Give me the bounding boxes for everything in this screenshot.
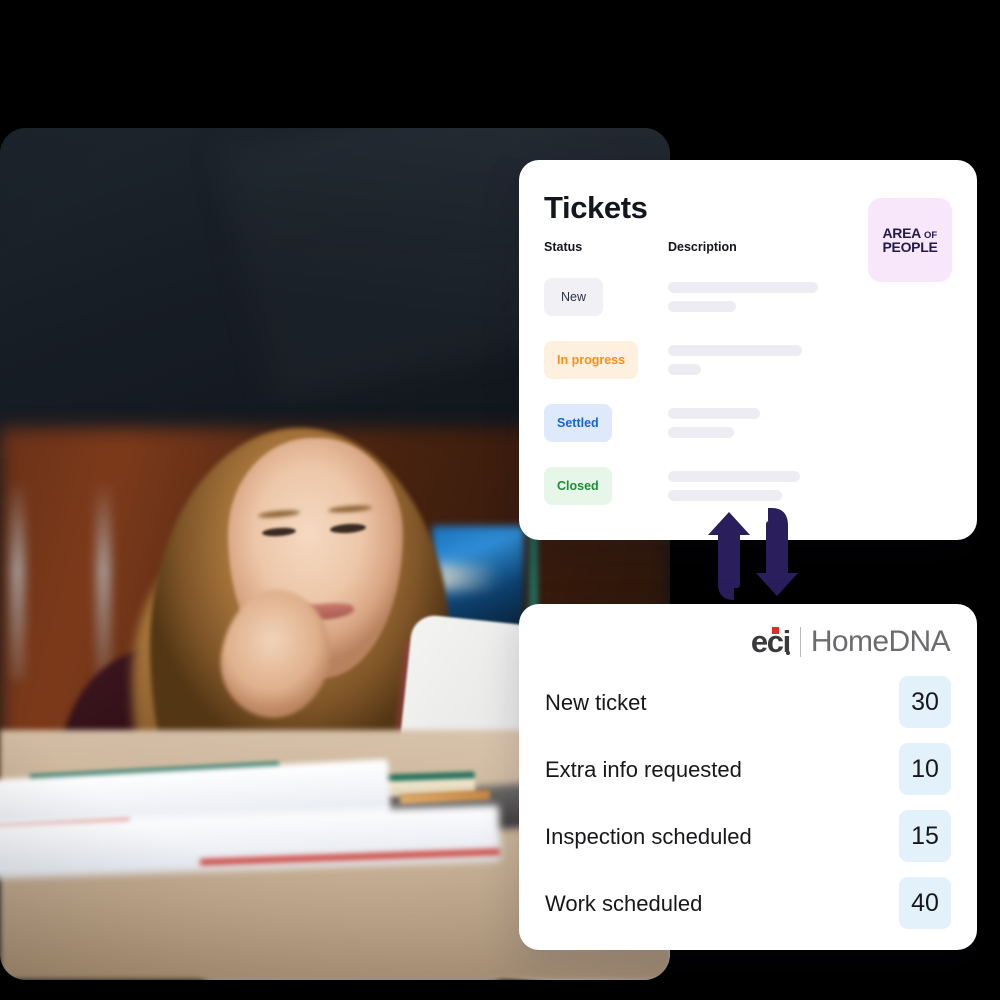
summary-label: Work scheduled (545, 891, 703, 916)
homedna-wordmark: HomeDNA (810, 624, 951, 658)
list-item[interactable]: Inspection scheduled 15 (545, 810, 951, 877)
logo-divider (799, 626, 801, 657)
description-skeleton-line (668, 427, 734, 438)
table-row[interactable]: In progress (544, 335, 952, 398)
summary-label: Extra info requested (545, 757, 742, 782)
description-skeleton-line (668, 301, 736, 312)
logo-line-1: AREA OF (883, 226, 938, 241)
column-header-status: Status (544, 240, 583, 254)
tickets-column-headers: Status Description (544, 240, 952, 262)
eci-mark-text: eci (750, 624, 791, 659)
summary-card: eci HomeDNA New ticket 30 Extra info req… (519, 604, 977, 950)
scene-root: Tickets AREA OF PEOPLE Status Descriptio… (0, 0, 1000, 1000)
table-row[interactable]: New (544, 272, 952, 335)
table-row[interactable]: Settled (544, 398, 952, 461)
tickets-header: Tickets AREA OF PEOPLE (544, 182, 952, 282)
description-skeleton-line (668, 364, 701, 375)
list-item[interactable]: Extra info requested 10 (545, 743, 951, 810)
tickets-card: Tickets AREA OF PEOPLE Status Descriptio… (519, 160, 977, 540)
description-skeleton-line (668, 345, 802, 356)
status-badge[interactable]: New (544, 278, 604, 316)
description-skeleton-line (668, 490, 782, 501)
summary-count-badge: 10 (899, 743, 951, 795)
eci-red-dot-icon (771, 627, 779, 634)
list-item[interactable]: Work scheduled 40 (545, 877, 951, 944)
column-header-description: Description (668, 240, 737, 254)
logo-area-text: AREA (882, 224, 922, 241)
eci-wordmark: eci (750, 624, 791, 659)
summary-count-badge: 40 (899, 877, 951, 929)
eci-period-icon (785, 651, 790, 655)
description-skeleton-line (668, 408, 760, 419)
status-badge[interactable]: In progress (544, 341, 639, 379)
tickets-rows: New In progress Settled Closed (544, 272, 952, 524)
description-skeleton-line (668, 471, 800, 482)
summary-count-badge: 30 (899, 676, 951, 728)
summary-count-badge: 15 (899, 810, 951, 862)
summary-label: New ticket (545, 690, 647, 715)
description-skeleton-line (668, 282, 818, 293)
eci-homedna-logo: eci HomeDNA (750, 624, 951, 659)
status-badge[interactable]: Closed (544, 467, 612, 505)
status-badge[interactable]: Settled (544, 404, 612, 442)
summary-rows: New ticket 30 Extra info requested 10 In… (545, 676, 951, 944)
sync-arrows-icon (706, 505, 802, 603)
list-item[interactable]: New ticket 30 (545, 676, 951, 743)
summary-label: Inspection scheduled (545, 824, 752, 849)
